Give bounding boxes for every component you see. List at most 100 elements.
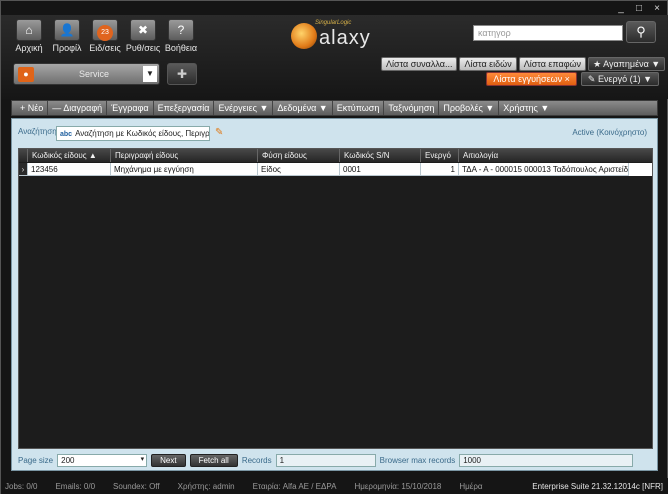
app-window: _ □ × ⌂ Αρχική 👤 Προφίλ 23 Ειδ/σεις ✖ Ρυ… [0,0,668,494]
status-period: Ημέρα [459,481,483,491]
window-controls: _ □ × [615,3,663,14]
column-reason[interactable]: Αιτιολογία [459,149,629,162]
status-emails: Emails: 0/0 [55,481,96,491]
close-tab-icon[interactable]: × [565,74,570,84]
row-indicator-header [19,149,28,162]
home-icon: ⌂ [16,19,42,41]
records-field: 1 [275,453,376,467]
top-header: ⌂ Αρχική 👤 Προφίλ 23 Ειδ/σεις ✖ Ρυθ/σεις… [1,15,668,99]
search-button[interactable]: ⚲ [626,21,656,43]
print-menu[interactable]: Εκτύπωση [333,101,385,115]
text-search-icon: abc [60,131,73,138]
service-user-icon: ● [18,67,34,82]
edit-menu[interactable]: Επεξεργασία [154,101,215,115]
column-active[interactable]: Ενεργό [421,149,459,162]
cell-serial-code: 0001 [340,163,421,176]
column-serial-code[interactable]: Κωδικός S/N [340,149,421,162]
favorites-menu[interactable]: ★ Αγαπημένα ▼ [588,57,666,71]
status-bar: Jobs: 0/0 Emails: 0/0 Soundex: Off Χρήστ… [1,478,668,494]
filter-value: Αναζήτηση με Κωδικός είδους, Περιγραφή [75,129,210,138]
page-size-select[interactable]: 200 ▾ [57,453,148,467]
cell-item-description: Μηχάνημα με εγγύηση [111,163,258,176]
settings-tools-icon: ✖ [130,19,156,41]
profile-label: Προφίλ [52,43,82,53]
galaxy-logo: SingularLogic alaxy [291,19,381,53]
tab-warranties-label: Λίστα εγγυήσεων [493,74,563,84]
tab-transactions-list[interactable]: Λίστα συναλλα... [381,57,458,71]
cell-reason: ΤΔΑ - Α - 000015 000013 Ταδόπουλος Αριστ… [459,163,629,176]
close-icon[interactable]: × [651,3,663,14]
minimize-icon[interactable]: _ [615,3,627,14]
plugins-button[interactable]: ✚ [167,63,197,85]
user-menu[interactable]: Χρήστης ▼ [499,101,553,115]
puzzle-icon: ✚ [176,67,188,81]
home-button[interactable]: ⌂ Αρχική [11,19,47,55]
next-button[interactable]: Next [151,453,186,467]
column-item-nature[interactable]: Φύση είδους [258,149,340,162]
cell-item-code: 123456 [28,163,111,176]
tab-contacts-list[interactable]: Λίστα επαφών [518,57,587,71]
grid-header: Κωδικός είδους ▲ Περιγραφή είδους Φύση ε… [19,149,652,162]
documents-menu[interactable]: Έγγραφα [107,101,154,115]
page-size-value: 200 [61,455,75,465]
search-label: Αναζήτηση [18,127,57,136]
status-date: Ημερομηνία: 15/10/2018 [354,481,442,491]
global-search-input[interactable]: κατηγορ [473,25,623,41]
home-label: Αρχική [15,43,43,53]
status-user: Χρήστης: admin [177,481,235,491]
chevron-down-icon[interactable]: ▼ [143,66,157,82]
settings-button[interactable]: ✖ Ρυθ/σεις [125,19,161,55]
notifications-label: Ειδ/σεις [89,43,121,53]
active-windows-menu[interactable]: ✎ Ενεργό (1) ▼ [580,72,659,86]
delete-button[interactable]: — Διαγραφή [48,101,108,115]
column-item-code[interactable]: Κωδικός είδους ▲ [28,149,111,162]
status-soundex: Soundex: Off [113,481,160,491]
data-menu[interactable]: Δεδομένα ▼ [273,101,333,115]
records-label: Records [241,455,272,465]
paging-bar: Page size 200 ▾ Next Fetch all Records 1 … [18,453,653,467]
help-button[interactable]: ? Βοήθεια [163,19,199,55]
logo-orb-icon [291,23,317,49]
notifications-badge: 23 [97,25,113,41]
settings-label: Ρυθ/σεις [125,43,161,53]
help-icon: ? [168,19,194,41]
sort-menu[interactable]: Ταξινόμηση [384,101,440,115]
service-label: Service [78,69,109,79]
cell-active: 1 [421,163,459,176]
tab-items-list[interactable]: Λίστα ειδών [459,57,517,71]
table-row[interactable]: › 123456 Μηχάνημα με εγγύηση Είδος 0001 … [19,163,652,176]
maximize-icon[interactable]: □ [633,3,645,14]
open-tabs-row: Λίστα εγγυήσεων × ✎ Ενεργό (1) ▼ [486,72,659,86]
status-jobs: Jobs: 0/0 [5,481,38,491]
search-icon: ⚲ [636,24,646,39]
browser-max-field[interactable]: 1000 [459,453,634,467]
cell-item-nature: Είδος [258,163,340,176]
active-view-label[interactable]: Active (Κοινόχρηστο) [572,128,647,137]
row-selected-icon: › [19,163,28,176]
column-item-description[interactable]: Περιγραφή είδους [111,149,258,162]
new-button[interactable]: + Νέο [16,101,49,115]
warranty-grid: Κωδικός είδους ▲ Περιγραφή είδους Φύση ε… [18,148,653,449]
pencil-icon[interactable]: ✎ [215,127,223,138]
notifications-button[interactable]: 23 Ειδ/σεις [87,19,123,55]
notifications-icon: 23 [92,19,118,41]
action-menubar: + Νέο — Διαγραφή Έγγραφα Επεξεργασία Ενέ… [11,100,658,116]
quick-tabs: Λίστα συναλλα... Λίστα ειδών Λίστα επαφώ… [381,57,666,71]
chevron-down-icon: ▾ [140,455,145,463]
logo-vendor: SingularLogic [315,20,352,26]
logo-text: alaxy [319,27,371,49]
views-menu[interactable]: Προβολές ▼ [439,101,500,115]
help-label: Βοήθεια [164,43,198,53]
tab-warranties-list[interactable]: Λίστα εγγυήσεων × [486,72,577,86]
profile-icon: 👤 [54,19,80,41]
profile-button[interactable]: 👤 Προφίλ [49,19,85,55]
page-size-label: Page size [18,455,54,465]
actions-menu[interactable]: Ενέργειες ▼ [214,101,274,115]
list-panel: Αναζήτηση abc Αναζήτηση με Κωδικός είδους… [11,118,658,471]
fetch-all-button[interactable]: Fetch all [189,453,238,467]
service-selector[interactable]: ● Service ▼ [13,63,160,85]
browser-max-label: Browser max records [379,455,456,465]
status-version: Enterprise Suite 21.32.12014c [NFR] [532,481,663,491]
status-company: Εταιρία: Alfa AE / ΕΔΡΑ [252,481,337,491]
filter-search-input[interactable]: abc Αναζήτηση με Κωδικός είδους, Περιγραφ… [56,126,210,141]
